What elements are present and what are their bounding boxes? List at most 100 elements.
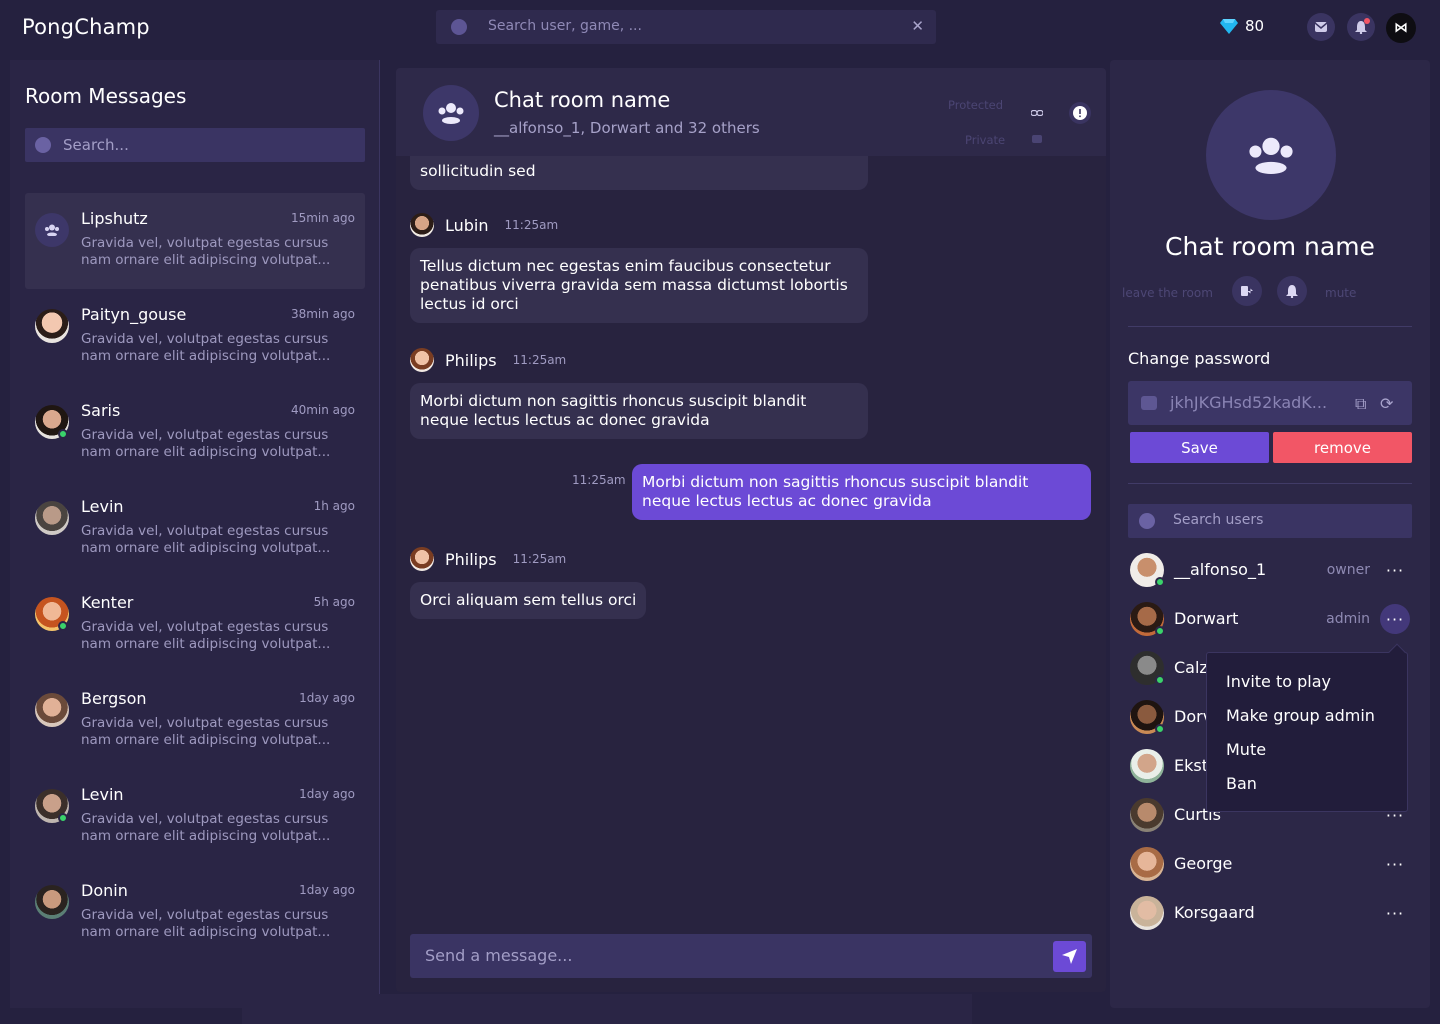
- message-time: 11:25am: [512, 552, 567, 566]
- notification-dot: [1364, 18, 1370, 24]
- envelope-icon: [1315, 22, 1327, 32]
- my-message-bubble: Morbi dictum non sagittis rhoncus suscip…: [632, 464, 1091, 520]
- menu-item-make-group-admin[interactable]: Make group admin: [1226, 706, 1375, 725]
- member-search-input[interactable]: Search users: [1128, 504, 1412, 538]
- bell-icon: [1286, 284, 1298, 298]
- member-role: owner: [1326, 562, 1370, 578]
- conversation-name: Donin: [81, 881, 128, 900]
- message-time: 11:25am: [504, 218, 559, 232]
- sender-avatar[interactable]: [410, 348, 434, 372]
- member-role: admin: [1326, 611, 1370, 627]
- search-icon: [451, 19, 467, 35]
- member-avatar: [1130, 847, 1164, 881]
- conversation-item[interactable]: Donin 1day ago Gravida vel, volutpat ege…: [25, 865, 365, 961]
- more-options-icon[interactable]: ···: [1380, 555, 1410, 585]
- send-button[interactable]: [1053, 941, 1086, 972]
- chat-panel: sollicitudin sed Lubin 11:25am Tellus di…: [396, 68, 1106, 992]
- conversation-name: Kenter: [81, 593, 134, 612]
- chat-header: Chat room name __alfonso_1, Dorwart and …: [396, 68, 1106, 156]
- conversation-name: Saris: [81, 401, 121, 420]
- message-input[interactable]: Send a message...: [410, 934, 1092, 978]
- member-row[interactable]: __alfonso_1 owner ···: [1128, 550, 1412, 590]
- room-details-panel: Chat room name leave the room mute Chang…: [1110, 60, 1430, 1008]
- password-field[interactable]: jkhJKGHsd52kadK... ⧉ ⟳: [1128, 381, 1412, 425]
- user-avatar: [35, 885, 69, 919]
- conversation-item[interactable]: Paityn_gouse 38min ago Gravida vel, volu…: [25, 289, 365, 385]
- conversation-time: 38min ago: [290, 307, 355, 321]
- sender-avatar[interactable]: [410, 213, 434, 237]
- conversation-time: 5h ago: [313, 595, 355, 609]
- chat-members-summary[interactable]: __alfonso_1, Dorwart and 32 others: [494, 119, 760, 137]
- more-options-icon[interactable]: ···: [1380, 849, 1410, 879]
- room-info-button[interactable]: [1069, 102, 1091, 124]
- global-search-input[interactable]: Search user, game, ... ✕: [436, 10, 936, 44]
- member-row[interactable]: Dorwart admin ···: [1128, 599, 1412, 639]
- remove-password-button[interactable]: remove: [1273, 432, 1412, 463]
- conversation-item[interactable]: Saris 40min ago Gravida vel, volutpat eg…: [25, 385, 365, 481]
- sidebar-title: Room Messages: [25, 84, 187, 108]
- copy-icon[interactable]: ⧉: [1355, 394, 1366, 414]
- bottom-strip: [242, 994, 972, 1024]
- save-button[interactable]: Save: [1130, 432, 1269, 463]
- message-time: 11:25am: [512, 353, 567, 367]
- leave-room-label[interactable]: leave the room: [1122, 286, 1213, 300]
- member-name: __alfonso_1: [1174, 560, 1267, 579]
- send-icon: [1062, 949, 1077, 964]
- user-avatar: [35, 693, 69, 727]
- menu-item-invite-to-play[interactable]: Invite to play: [1226, 672, 1331, 691]
- search-icon: [35, 137, 51, 153]
- notifications-button[interactable]: [1347, 13, 1375, 41]
- clear-search-icon[interactable]: ✕: [911, 17, 924, 35]
- divider: [1128, 483, 1412, 484]
- search-icon: [1139, 513, 1155, 529]
- profile-avatar[interactable]: ⋈: [1386, 13, 1416, 43]
- link-icon[interactable]: [1026, 102, 1048, 124]
- conversation-time: 1day ago: [299, 883, 355, 897]
- member-avatar: [1130, 896, 1164, 930]
- menu-item-ban[interactable]: Ban: [1226, 774, 1257, 793]
- conversation-name: Levin: [81, 497, 124, 516]
- conversation-time: 40min ago: [290, 403, 355, 417]
- more-options-icon[interactable]: ···: [1380, 604, 1410, 634]
- conversation-item[interactable]: Kenter 5h ago Gravida vel, volutpat eges…: [25, 577, 365, 673]
- private-label[interactable]: Private: [965, 133, 1005, 147]
- password-value: jkhJKGHsd52kadK...: [1170, 393, 1328, 412]
- member-row[interactable]: George ···: [1128, 844, 1412, 884]
- protected-label[interactable]: Protected: [948, 98, 1003, 112]
- group-icon: [423, 85, 479, 141]
- sender-avatar[interactable]: [410, 547, 434, 571]
- app-logo[interactable]: PongChamp: [22, 15, 150, 39]
- sender-name[interactable]: Philips: [445, 550, 497, 569]
- group-icon: [1206, 90, 1336, 220]
- sender-name[interactable]: Lubin: [445, 216, 489, 235]
- coin-count: 80: [1245, 17, 1265, 35]
- conversation-name: Lipshutz: [81, 209, 148, 228]
- leave-room-button[interactable]: [1232, 276, 1262, 306]
- member-row[interactable]: Korsgaard ···: [1128, 893, 1412, 933]
- sender-name[interactable]: Philips: [445, 351, 497, 370]
- menu-item-mute[interactable]: Mute: [1226, 740, 1266, 759]
- mute-room-button[interactable]: [1277, 276, 1307, 306]
- conversation-time: 1h ago: [313, 499, 355, 513]
- divider: [1128, 326, 1412, 327]
- conversation-search-input[interactable]: Search...: [25, 128, 365, 162]
- message-sender: Philips 11:25am: [410, 348, 566, 372]
- mute-label[interactable]: mute: [1325, 286, 1356, 300]
- lock-icon[interactable]: [1026, 128, 1048, 150]
- conversation-preview: Gravida vel, volutpat egestas cursus nam…: [81, 235, 331, 268]
- online-indicator: [1155, 675, 1165, 685]
- conversation-item[interactable]: Bergson 1day ago Gravida vel, volutpat e…: [25, 673, 365, 769]
- conversation-time: 1day ago: [299, 691, 355, 705]
- message-bubble: Orci aliquam sem tellus orci: [410, 582, 647, 619]
- conversation-item[interactable]: Lipshutz 15min ago Gravida vel, volutpat…: [25, 193, 365, 289]
- conversation-preview: Gravida vel, volutpat egestas cursus nam…: [81, 619, 331, 652]
- conversation-item[interactable]: Levin 1h ago Gravida vel, volutpat egest…: [25, 481, 365, 577]
- refresh-icon[interactable]: ⟳: [1380, 394, 1393, 413]
- conversation-preview: Gravida vel, volutpat egestas cursus nam…: [81, 331, 331, 364]
- conversation-name: Bergson: [81, 689, 147, 708]
- conversation-time: 1day ago: [299, 787, 355, 801]
- messages-button[interactable]: [1307, 13, 1335, 41]
- more-options-icon[interactable]: ···: [1380, 898, 1410, 928]
- conversation-item[interactable]: Levin 1day ago Gravida vel, volutpat ege…: [25, 769, 365, 865]
- message-text: sollicitudin sed: [420, 162, 536, 180]
